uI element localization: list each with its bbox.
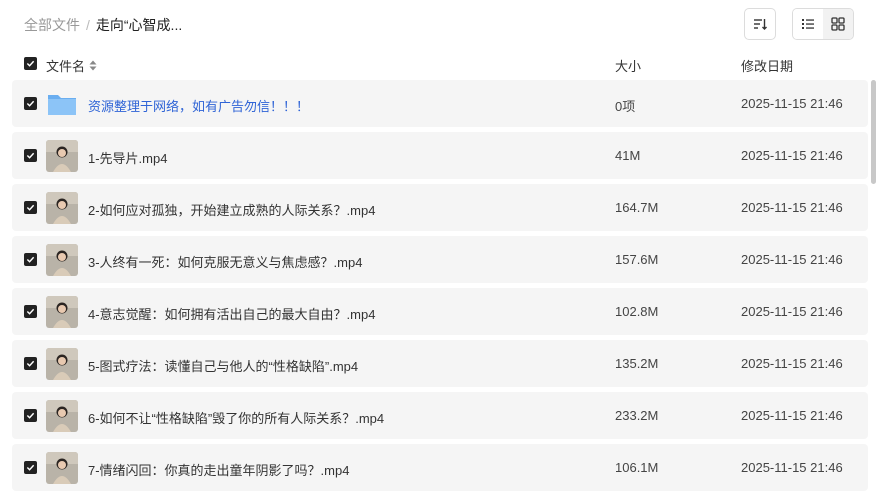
check-icon <box>26 412 35 419</box>
file-size: 106.1M <box>615 460 659 475</box>
video-thumbnail <box>46 452 78 484</box>
file-date: 2025-11-15 21:46 <box>741 408 843 423</box>
file-name[interactable]: 2-如何应对孤独，开始建立成熟的人际关系？.mp4 <box>88 200 375 219</box>
file-name[interactable]: 5-图式疗法：读懂自己与他人的“性格缺陷”.mp4 <box>88 356 358 375</box>
file-date: 2025-11-15 21:46 <box>741 96 843 111</box>
file-name[interactable]: 1-先导片.mp4 <box>88 148 167 167</box>
video-thumbnail <box>46 192 78 224</box>
video-thumbnail <box>46 348 78 380</box>
check-icon <box>26 100 35 107</box>
file-date: 2025-11-15 21:46 <box>741 356 843 371</box>
sort-button[interactable] <box>744 8 776 40</box>
file-row[interactable]: 6-如何不让“性格缺陷”毁了你的所有人际关系？.mp4 233.2M 2025-11… <box>12 392 868 439</box>
check-icon <box>26 256 35 263</box>
file-row[interactable]: 3-人终有一死：如何克服无意义与焦虑感？.mp4 157.6M 2025-11-15… <box>12 236 868 283</box>
file-name[interactable]: 4-意志觉醒：如何拥有活出自己的最大自由？.mp4 <box>88 304 375 323</box>
file-size: 157.6M <box>615 252 659 267</box>
breadcrumb-current: 走向“心智成... <box>95 17 183 33</box>
file-date: 2025-11-15 21:46 <box>741 252 843 267</box>
file-name[interactable]: 7-情绪闪回：你真的走出童年阴影了吗？.mp4 <box>88 460 349 479</box>
file-row[interactable]: 7-情绪闪回：你真的走出童年阴影了吗？.mp4 106.1M 2025-11-15 … <box>12 444 868 491</box>
breadcrumb-separator: / <box>86 17 90 33</box>
column-header-date: 修改日期 <box>741 59 794 74</box>
folder-icon <box>46 88 78 120</box>
file-size: 0项 <box>615 99 636 114</box>
video-thumbnail <box>46 140 78 172</box>
row-checkbox[interactable] <box>24 357 37 370</box>
check-icon <box>26 204 35 211</box>
row-checkbox[interactable] <box>24 149 37 162</box>
grid-view-icon <box>831 17 845 31</box>
row-checkbox[interactable] <box>24 97 37 110</box>
video-thumbnail <box>46 400 78 432</box>
breadcrumb: 全部文件 / 走向“心智成... <box>24 15 182 35</box>
row-checkbox[interactable] <box>24 461 37 474</box>
file-date: 2025-11-15 21:46 <box>741 200 843 215</box>
file-size: 41M <box>615 148 641 163</box>
file-row[interactable]: 资源整理于网络，如有广告勿信！！！ 0项 2025-11-15 21:46 <box>12 80 868 127</box>
video-thumbnail <box>46 296 78 328</box>
row-checkbox[interactable] <box>24 409 37 422</box>
column-header-size: 大小 <box>615 59 642 74</box>
grid-view-button[interactable] <box>823 9 853 39</box>
file-size: 135.2M <box>615 356 659 371</box>
sort-icon <box>754 19 767 30</box>
file-name[interactable]: 6-如何不让“性格缺陷”毁了你的所有人际关系？.mp4 <box>88 408 384 427</box>
file-row[interactable]: 1-先导片.mp4 41M 2025-11-15 21:46 <box>12 132 868 179</box>
file-name[interactable]: 3-人终有一死：如何克服无意义与焦虑感？.mp4 <box>88 252 362 271</box>
sort-toggle-icon[interactable] <box>89 60 97 71</box>
column-header-name[interactable]: 文件名 <box>46 56 97 75</box>
check-icon <box>26 360 35 367</box>
file-row[interactable]: 4-意志觉醒：如何拥有活出自己的最大自由？.mp4 102.8M 2025-11-1… <box>12 288 868 335</box>
view-toggle <box>792 8 854 40</box>
check-icon <box>26 60 35 67</box>
list-view-button[interactable] <box>793 9 823 39</box>
select-all-checkbox[interactable] <box>24 57 37 70</box>
file-name[interactable]: 资源整理于网络，如有广告勿信！！！ <box>88 96 309 115</box>
file-row[interactable]: 2-如何应对孤独，开始建立成熟的人际关系？.mp4 164.7M 2025-11-1… <box>12 184 868 231</box>
row-checkbox[interactable] <box>24 305 37 318</box>
column-name-label: 文件名 <box>46 59 86 74</box>
check-icon <box>26 308 35 315</box>
row-checkbox[interactable] <box>24 201 37 214</box>
check-icon <box>26 152 35 159</box>
file-size: 164.7M <box>615 200 659 215</box>
scrollbar[interactable] <box>871 80 876 184</box>
breadcrumb-root-link[interactable]: 全部文件 <box>24 15 80 35</box>
file-row[interactable]: 5-图式疗法：读懂自己与他人的“性格缺陷”.mp4 135.2M 2025-11-1… <box>12 340 868 387</box>
check-icon <box>26 464 35 471</box>
file-date: 2025-11-15 21:46 <box>741 304 843 319</box>
file-list-header: 文件名 大小 修改日期 <box>24 54 856 74</box>
list-view-icon <box>802 19 814 29</box>
toolbar <box>744 8 854 40</box>
file-date: 2025-11-15 21:46 <box>741 148 843 163</box>
file-size: 102.8M <box>615 304 659 319</box>
row-checkbox[interactable] <box>24 253 37 266</box>
file-size: 233.2M <box>615 408 659 423</box>
video-thumbnail <box>46 244 78 276</box>
file-date: 2025-11-15 21:46 <box>741 460 843 475</box>
